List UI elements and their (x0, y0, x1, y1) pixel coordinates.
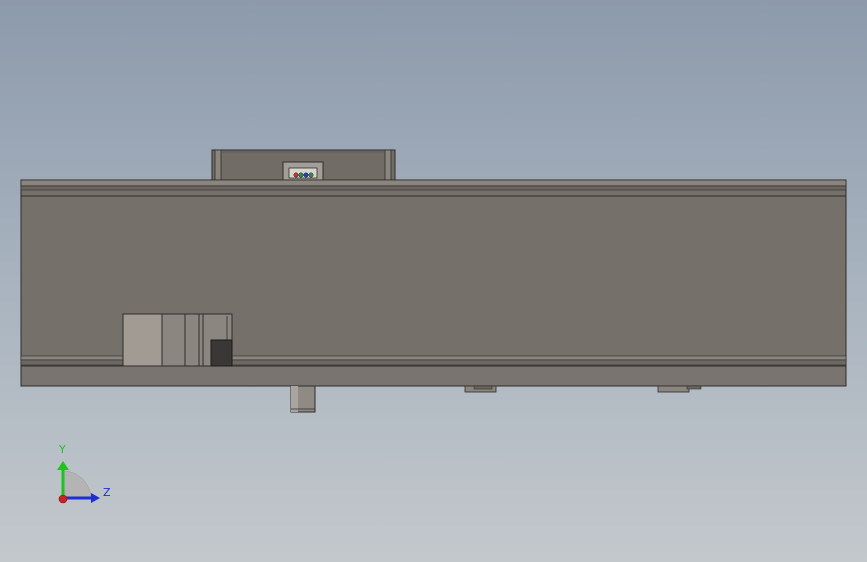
connector-led (298, 172, 304, 178)
carriage-block (210, 339, 233, 367)
triad-quadrant-icon (62, 470, 92, 500)
connector-led (293, 172, 299, 178)
z-axis-label: Z (103, 486, 111, 499)
mounting-foot[interactable] (657, 385, 702, 393)
coordinate-triad (57, 461, 100, 504)
connector-led (303, 172, 309, 178)
slider-carriage[interactable] (122, 313, 233, 367)
model-view[interactable] (0, 0, 867, 562)
mounting-foot[interactable] (464, 385, 497, 393)
connector-led (308, 172, 314, 178)
connector[interactable] (282, 161, 324, 181)
origin-dot (58, 494, 68, 504)
cad-graphics-area[interactable]: Y Z (0, 0, 867, 562)
y-axis-label: Y (59, 443, 66, 456)
bottom-pin[interactable] (290, 385, 316, 413)
